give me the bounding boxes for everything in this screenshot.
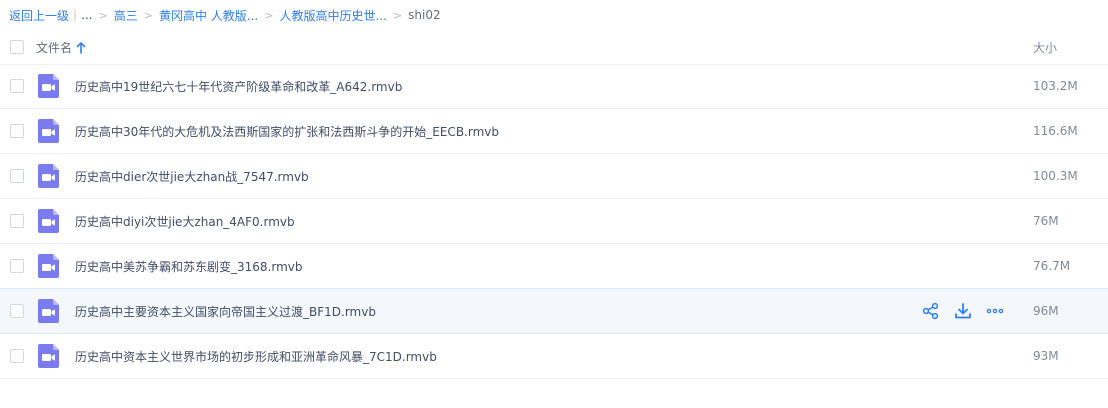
- breadcrumb-separator: >: [264, 8, 274, 22]
- breadcrumb-item-history[interactable]: 人教版高中历史世...: [279, 7, 386, 24]
- row-checkbox[interactable]: [10, 124, 24, 138]
- video-file-icon: [38, 74, 59, 98]
- file-size: 103.2M: [1033, 79, 1078, 93]
- video-file-icon: [38, 164, 59, 188]
- size-column-label[interactable]: 大小: [1033, 31, 1057, 64]
- file-row[interactable]: 历史高中主要资本主义国家向帝国主义过渡_BF1D.rmvb 96M: [0, 288, 1108, 334]
- breadcrumb-divider: |: [73, 8, 78, 22]
- sort-by-name[interactable]: 文件名: [36, 31, 86, 64]
- file-name[interactable]: 历史高中30年代的大危机及法西斯国家的扩张和法西斯斗争的开始_EECB.rmvb: [75, 109, 499, 153]
- breadcrumb-item-huanggang[interactable]: 黄冈高中 人教版...: [159, 7, 258, 24]
- more-icon[interactable]: [984, 300, 1006, 322]
- file-name[interactable]: 历史高中资本主义世界市场的初步形成和亚洲革命风暴_7C1D.rmvb: [75, 334, 437, 378]
- share-icon[interactable]: [920, 300, 942, 322]
- breadcrumb-current: shi02: [408, 8, 441, 22]
- row-checkbox[interactable]: [10, 349, 24, 363]
- row-checkbox[interactable]: [10, 259, 24, 273]
- file-name[interactable]: 历史高中diyi次世jie大zhan_4AF0.rmvb: [75, 199, 295, 243]
- file-size: 76M: [1033, 214, 1059, 228]
- file-row[interactable]: 历史高中dier次世jie大zhan战_7547.rmvb 100.3M: [0, 154, 1108, 199]
- download-icon[interactable]: [952, 300, 974, 322]
- video-file-icon: [38, 119, 59, 143]
- file-name[interactable]: 历史高中主要资本主义国家向帝国主义过渡_BF1D.rmvb: [75, 289, 376, 333]
- row-checkbox[interactable]: [10, 214, 24, 228]
- arrow-up-icon: [76, 41, 86, 54]
- video-file-icon: [38, 344, 59, 368]
- row-actions: [920, 289, 1016, 333]
- breadcrumb: 返回上一级 | ... > 高三 > 黄冈高中 人教版... > 人教版高中历史…: [9, 0, 441, 30]
- breadcrumb-ellipsis[interactable]: ...: [81, 8, 92, 22]
- file-list: 历史高中19世纪六七十年代资产阶级革命和改革_A642.rmvb 103.2M …: [0, 64, 1108, 379]
- back-link[interactable]: 返回上一级: [9, 7, 69, 24]
- breadcrumb-separator: >: [143, 8, 153, 22]
- file-size: 100.3M: [1033, 169, 1078, 183]
- file-name[interactable]: 历史高中19世纪六七十年代资产阶级革命和改革_A642.rmvb: [75, 64, 402, 108]
- breadcrumb-item-gaosan[interactable]: 高三: [114, 7, 138, 24]
- file-row[interactable]: 历史高中美苏争霸和苏东剧变_3168.rmvb 76.7M: [0, 244, 1108, 289]
- file-row[interactable]: 历史高中19世纪六七十年代资产阶级革命和改革_A642.rmvb 103.2M: [0, 64, 1108, 109]
- breadcrumb-separator: >: [392, 8, 403, 22]
- video-file-icon: [38, 209, 59, 233]
- name-column-label: 文件名: [36, 41, 73, 55]
- file-row[interactable]: 历史高中资本主义世界市场的初步形成和亚洲革命风暴_7C1D.rmvb 93M: [0, 334, 1108, 379]
- file-list-header: 文件名 大小: [0, 31, 1108, 65]
- file-row[interactable]: 历史高中diyi次世jie大zhan_4AF0.rmvb 76M: [0, 199, 1108, 244]
- row-checkbox[interactable]: [10, 79, 24, 93]
- row-checkbox[interactable]: [10, 169, 24, 183]
- file-size: 96M: [1033, 304, 1059, 318]
- file-name[interactable]: 历史高中dier次世jie大zhan战_7547.rmvb: [75, 154, 309, 198]
- select-all-checkbox[interactable]: [10, 40, 24, 54]
- video-file-icon: [38, 254, 59, 278]
- file-size: 76.7M: [1033, 259, 1071, 273]
- video-file-icon: [38, 299, 59, 323]
- row-checkbox[interactable]: [10, 304, 24, 318]
- breadcrumb-separator: >: [98, 8, 108, 22]
- file-name[interactable]: 历史高中美苏争霸和苏东剧变_3168.rmvb: [75, 244, 303, 288]
- file-row[interactable]: 历史高中30年代的大危机及法西斯国家的扩张和法西斯斗争的开始_EECB.rmvb…: [0, 109, 1108, 154]
- file-size: 93M: [1033, 349, 1059, 363]
- file-size: 116.6M: [1033, 124, 1078, 138]
